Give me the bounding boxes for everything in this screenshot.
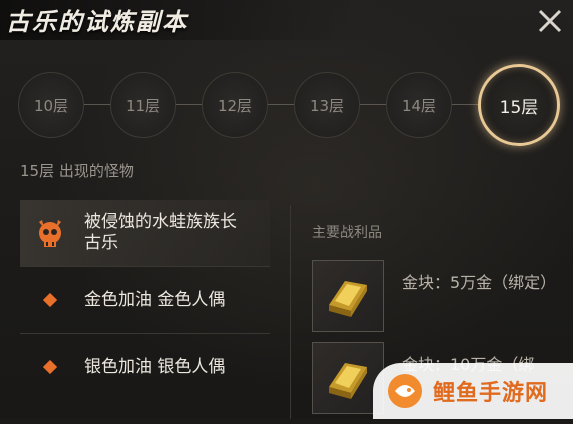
- floor-13[interactable]: 13层: [294, 72, 360, 138]
- monster-label: 金色加油 金色人偶: [84, 289, 226, 310]
- floor-12[interactable]: 12层: [202, 72, 268, 138]
- diamond-icon: [30, 280, 70, 320]
- page-title: 古乐的试炼副本: [6, 7, 188, 36]
- close-icon: [538, 9, 562, 33]
- floor-15-active[interactable]: 15层: [478, 64, 560, 146]
- watermark-text: 鲤鱼手游网: [433, 381, 549, 406]
- monsters-heading: 15层 出现的怪物: [20, 162, 134, 180]
- boss-skull-icon: [30, 213, 70, 253]
- floor-11[interactable]: 11层: [110, 72, 176, 138]
- diamond-icon: [30, 347, 70, 387]
- gold-bar-icon: [312, 260, 384, 332]
- monster-item-boss[interactable]: 被侵蚀的水蛙族族长 古乐: [20, 200, 270, 267]
- floor-10[interactable]: 10层: [18, 72, 84, 138]
- monster-label: 银色加油 银色人偶: [84, 356, 226, 377]
- loot-label: 金块：5万金（绑定）: [402, 273, 557, 292]
- monster-item-silver-doll[interactable]: 银色加油 银色人偶: [20, 334, 270, 400]
- monster-label: 被侵蚀的水蛙族族长 古乐: [84, 212, 237, 253]
- floor-14[interactable]: 14层: [386, 72, 452, 138]
- fish-logo-icon: [388, 374, 422, 408]
- watermark: 鲤鱼手游网: [373, 363, 573, 419]
- loot-heading: 主要战利品: [312, 225, 382, 241]
- close-button[interactable]: [535, 6, 565, 36]
- loot-item[interactable]: 金块：5万金（绑定）: [312, 260, 572, 342]
- monster-list: 被侵蚀的水蛙族族长 古乐 金色加油 金色人偶 银色加油 银色人偶: [20, 200, 270, 400]
- monster-item-gold-doll[interactable]: 金色加油 金色人偶: [20, 267, 270, 334]
- floor-selector: 10层 11层 12层 13层 14层 15层: [18, 62, 573, 152]
- column-divider: [290, 205, 291, 419]
